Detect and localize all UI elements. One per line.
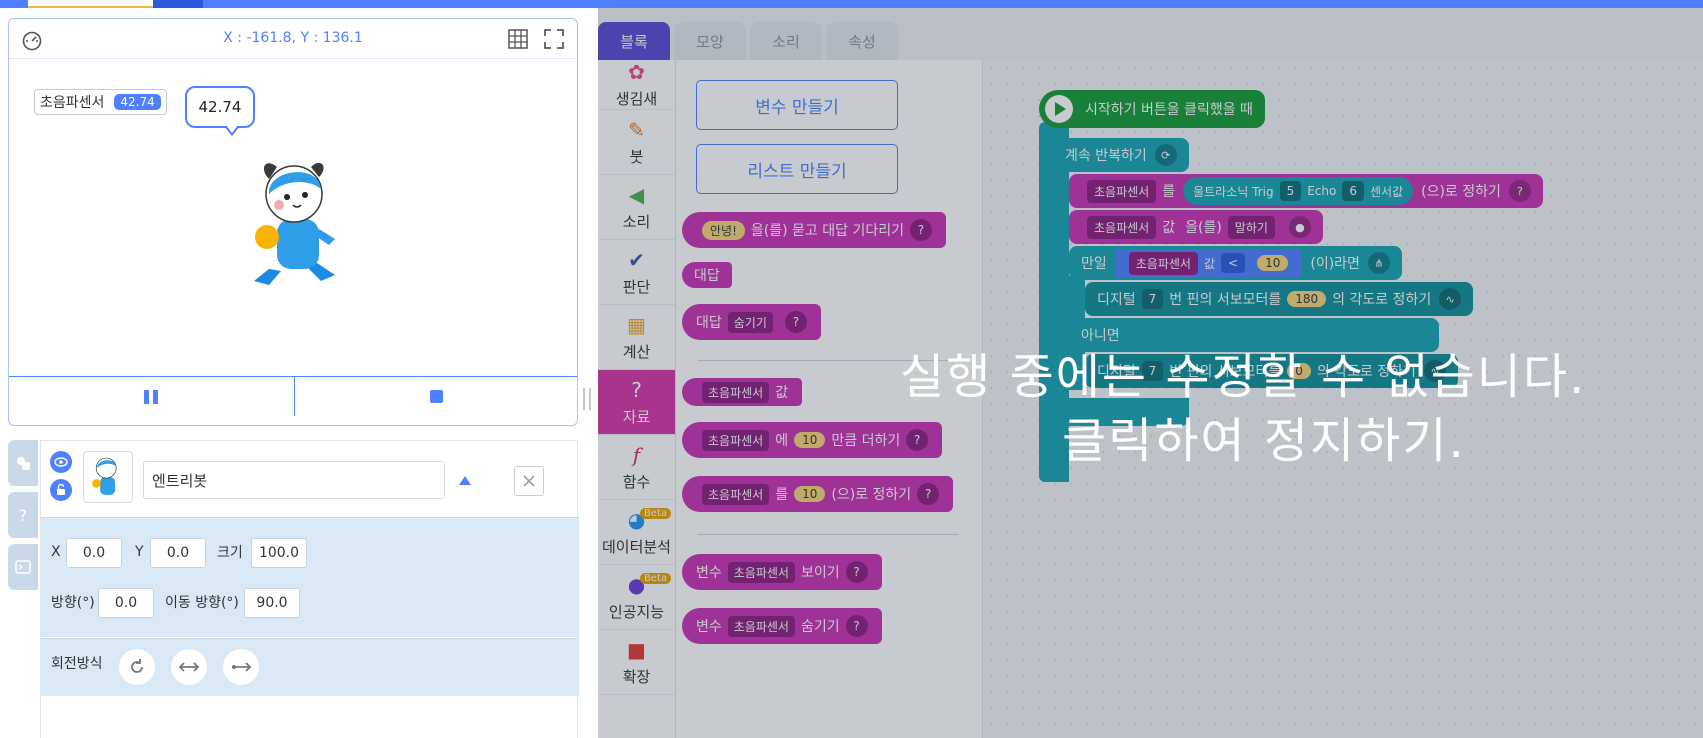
top-tab-indicator[interactable] [28,0,153,8]
mouse-coordinates: X : -161.8, Y : 136.1 [223,30,363,46]
direction-input[interactable]: 0.0 [98,588,154,618]
rotation-mode-row: 회전방식 [41,638,579,696]
rotate-horizontal-button[interactable] [171,649,207,685]
side-tab-console[interactable] [8,544,38,590]
object-thumbnail[interactable] [83,451,133,503]
object-panel: X 0.0 Y 0.0 크기 100.0 방향(°) 0.0 이동 방향(°) … [40,440,579,738]
fullscreen-icon[interactable] [543,28,565,50]
pause-icon [144,389,159,404]
rotate-free-button[interactable] [119,649,155,685]
stop-icon [430,390,444,403]
side-tab-objects[interactable] [8,440,38,486]
variable-monitor-value: 42.74 [114,94,161,110]
stop-button[interactable] [293,377,578,416]
x-label: X [51,544,61,560]
pane-resize-handle[interactable] [583,388,591,410]
eye-icon [54,457,68,467]
y-input[interactable]: 0.0 [150,538,206,568]
entrybot-thumbnail [92,457,117,495]
stage-header: X : -161.8, Y : 136.1 [9,19,577,59]
object-header [41,441,577,517]
object-name-input[interactable] [143,461,445,499]
rotation-label: 회전방식 [51,656,103,672]
top-tab-indicator-2[interactable] [153,0,203,8]
stage-panel: X : -161.8, Y : 136.1 초음파센서 42.74 42.74 [8,18,578,426]
entrybot-sprite[interactable] [239,149,359,289]
visibility-toggle[interactable] [50,451,72,473]
lock-toggle[interactable] [50,479,72,501]
no-rotate-icon [232,662,252,672]
direction-label: 방향(°) [51,595,95,611]
variable-monitor-name: 초음파센서 [40,95,105,111]
y-label: Y [135,544,144,560]
rotate-none-button[interactable] [223,649,259,685]
speech-bubble: 42.74 [185,86,255,128]
delete-object-button[interactable] [514,466,544,496]
stage-controls [9,376,578,416]
stage-canvas[interactable]: 초음파센서 42.74 42.74 [9,59,577,377]
x-input[interactable]: 0.0 [66,538,122,568]
side-tab-help[interactable]: ? [8,492,38,538]
size-label: 크기 [217,545,243,561]
variable-monitor: 초음파센서 42.74 [34,89,167,115]
grid-icon[interactable] [507,28,529,50]
help-icon: ? [18,505,28,525]
lock-icon [57,483,65,495]
horizontal-arrows-icon [178,662,200,672]
object-properties: X 0.0 Y 0.0 크기 100.0 방향(°) 0.0 이동 방향(°) … [41,517,579,637]
objects-icon [17,457,30,470]
speech-bubble-tail-inner [226,125,238,133]
rotate-icon [131,659,143,673]
size-input[interactable]: 100.0 [251,538,307,568]
collapse-triangle-icon[interactable] [459,476,471,485]
close-icon [523,475,535,487]
move-direction-label: 이동 방향(°) [165,595,239,611]
overlay-line-2: 클릭하여 정지하기. [1062,413,1466,469]
running-overlay-message[interactable]: 실행 중에는 수정할 수 없습니다. 클릭하여 정지하기. [900,345,1650,473]
top-accent-bar [0,0,1703,8]
overlay-line-1: 실행 중에는 수정할 수 없습니다. [900,349,1587,405]
pause-button[interactable] [9,377,294,416]
console-icon [15,560,31,574]
left-pane: X : -161.8, Y : 136.1 초음파센서 42.74 42.74 [0,8,598,738]
move-direction-input[interactable]: 90.0 [244,588,300,618]
